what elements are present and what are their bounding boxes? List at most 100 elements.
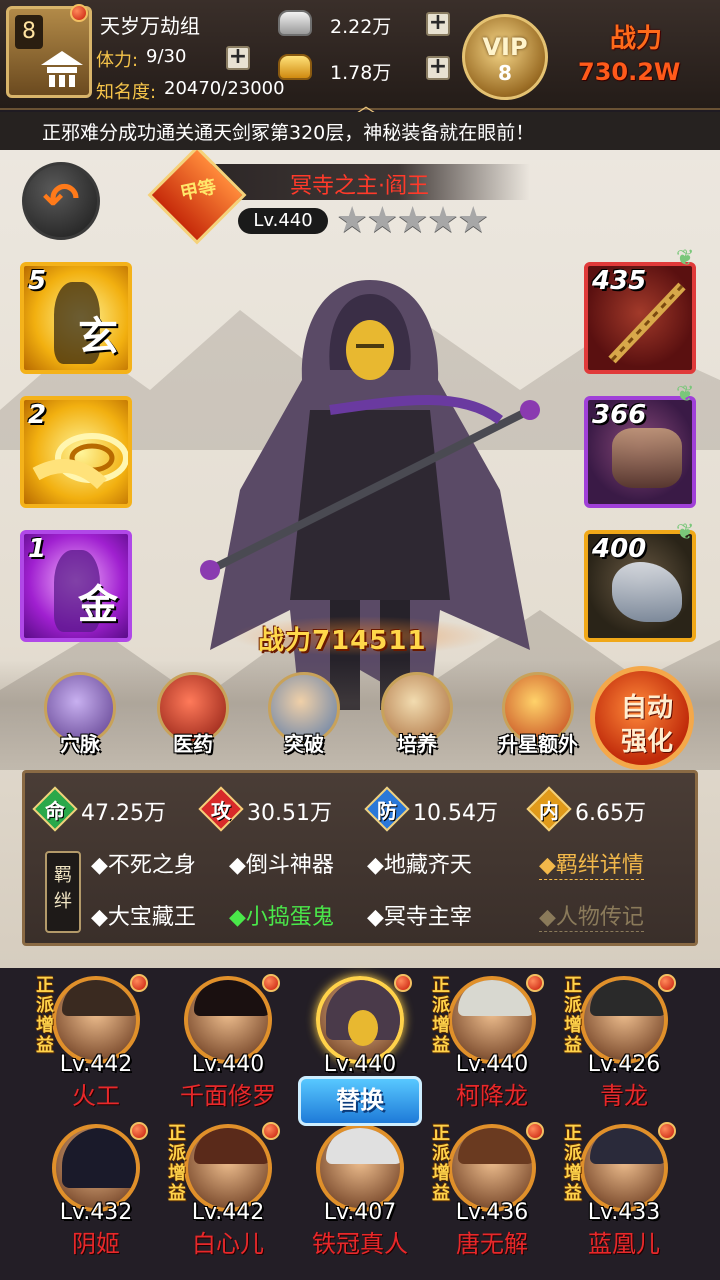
notification-dot [130, 1122, 148, 1140]
member-level: Lv.426 [587, 1052, 661, 1077]
chevron-up-icon[interactable]: ︿ [352, 92, 380, 117]
vip-label: VIP [482, 33, 528, 61]
silver-ingot-icon [278, 10, 312, 36]
action-bar: 穴脉 医药 突破 培养 升星额外 自动 强化 [0, 660, 720, 770]
bond-item-active: ◆小捣蛋鬼 [229, 905, 334, 930]
return-arrow-icon[interactable]: ↶ [22, 162, 100, 240]
member-level: Lv.440 [455, 1052, 529, 1077]
bond-detail-link[interactable]: ◆羁绊详情 [539, 847, 644, 880]
notification-dot [394, 974, 412, 992]
meridian-label: 穴脉 [60, 732, 100, 756]
breakthrough-label: 突破 [284, 732, 324, 756]
attack-value: 30.51万 [247, 801, 332, 826]
team-member[interactable]: Lv.440 千面修罗 [168, 970, 288, 1110]
auto-strengthen-line1: 自动 [620, 693, 673, 723]
team-member[interactable]: 正派增益 Lv.442 火工 [36, 970, 156, 1110]
member-name: 青龙 [600, 1082, 648, 1110]
swap-button[interactable]: 替换 [298, 1076, 422, 1126]
avatar [184, 976, 272, 1064]
gold-ingot-icon [278, 54, 312, 80]
auto-strengthen-button[interactable]: 自动 强化 [590, 666, 694, 770]
righteous-buff-tag: 正派增益 [168, 1123, 186, 1204]
stat-defense: 防 10.54万 [364, 786, 527, 832]
equip-level: 400 [592, 534, 647, 564]
team-member[interactable]: 正派增益 Lv.433 蓝凰儿 [564, 1118, 684, 1258]
member-level: Lv.436 [455, 1200, 529, 1225]
hero-combat-power: 战力714511 [230, 616, 490, 656]
notification-dot [130, 974, 148, 992]
leaf-icon: ❦ [676, 382, 695, 407]
avatar [448, 976, 536, 1064]
skill-level: 5 [28, 266, 47, 296]
hero-title: 冥寺之主·阎王 [290, 174, 429, 199]
bond-item: ◆倒斗神器 [229, 853, 334, 878]
add-stamina-button[interactable]: + [226, 46, 250, 70]
auto-strengthen-line2: 强化 [620, 727, 673, 757]
stamina-label: 体力: [96, 50, 139, 71]
team-member[interactable]: 正派增益 Lv.440 柯降龙 [432, 970, 552, 1110]
notification-dot [526, 1122, 544, 1140]
team-member[interactable]: 正派增益 Lv.436 唐无解 [432, 1118, 552, 1258]
member-level: Lv.407 [323, 1200, 397, 1225]
member-name: 千面修罗 [180, 1082, 276, 1110]
attribute-panel: 命 47.25万 攻 30.51万 防 10.54万 内 6.65万 羁绊 ◆不… [22, 770, 698, 946]
vip-badge[interactable]: VIP 8 [462, 14, 548, 100]
hero-level: Lv.440 [238, 208, 328, 234]
team-roster: 正派增益 Lv.442 火工 Lv.440 千面修罗 Lv.440 正派增益 L… [0, 968, 720, 1280]
team-member[interactable]: Lv.407 铁冠真人 [300, 1118, 420, 1258]
pavilion-icon [41, 51, 83, 87]
avatar [580, 1124, 668, 1212]
bond-item: ◆不死之身 [91, 853, 196, 878]
star-upgrade-button[interactable]: 升星额外 [490, 672, 586, 762]
whirlwind-icon [32, 433, 128, 490]
breakthrough-button[interactable]: 突破 [264, 672, 344, 762]
total-power[interactable]: 战力 730.2W [570, 18, 716, 98]
righteous-buff-tag: 正派增益 [564, 1123, 582, 1204]
biography-link[interactable]: ◆人物传记 [539, 899, 644, 932]
member-level: Lv.440 [323, 1052, 397, 1077]
vip-level: 8 [498, 61, 512, 85]
member-name: 火工 [72, 1082, 120, 1110]
skill-slot-1[interactable]: 5 玄 [20, 262, 132, 374]
equip-slot-armor[interactable]: 366 [584, 396, 696, 508]
notification-dot [658, 974, 676, 992]
member-level: Lv.442 [59, 1052, 133, 1077]
fame-label: 知名度: [96, 82, 157, 103]
guild-name: 天岁万劫组 [100, 14, 200, 38]
team-member[interactable]: 正派增益 Lv.442 白心儿 [168, 1118, 288, 1258]
announcement-marquee: 正邪难分成功通关通天剑冢第320层，神秘装备就在眼前！ [0, 112, 720, 150]
meridian-button[interactable]: 穴脉 [40, 672, 120, 762]
hp-icon: 命 [32, 786, 78, 832]
avatar [316, 976, 404, 1064]
add-silver-button[interactable]: + [426, 12, 450, 36]
stat-hp: 命 47.25万 [32, 786, 195, 832]
hp-value: 47.25万 [81, 801, 166, 826]
team-member[interactable]: 正派增益 Lv.426 青龙 [564, 970, 684, 1110]
gold-value: 1.78万 [330, 62, 392, 84]
skill-slot-2[interactable]: 2 [20, 396, 132, 508]
cultivate-button[interactable]: 培养 [377, 672, 457, 762]
internal-value: 6.65万 [575, 801, 646, 826]
notification-dot [262, 974, 280, 992]
medicine-button[interactable]: 医药 [153, 672, 233, 762]
hero-detail-panel: ↶ 冥寺之主·阎王 甲等 Lv.440 ★★★★★ 5 玄 2 1 金 435 … [0, 150, 720, 968]
member-name: 唐无解 [456, 1230, 528, 1258]
tiger-mount-icon [612, 562, 682, 622]
skill-slot-3[interactable]: 1 金 [20, 530, 132, 642]
member-name: 白心儿 [192, 1230, 264, 1258]
equip-level: 435 [592, 266, 647, 296]
avatar [448, 1124, 536, 1212]
power-value: 730.2W [578, 58, 681, 86]
top-bar: 8 天岁万劫组 体力: 9/30 + 知名度: 20470/23000 2.22… [0, 0, 720, 117]
team-member[interactable]: Lv.432 阴姬 [36, 1118, 156, 1258]
equip-slot-mount[interactable]: 400 [584, 530, 696, 642]
skill-glyph: 金 [78, 582, 118, 628]
equip-slot-weapon[interactable]: 435 [584, 262, 696, 374]
add-gold-button[interactable]: + [426, 56, 450, 80]
member-name: 柯降龙 [456, 1082, 528, 1110]
member-name: 阴姬 [72, 1230, 120, 1258]
righteous-buff-tag: 正派增益 [36, 975, 54, 1056]
righteous-buff-tag: 正派增益 [432, 975, 450, 1056]
defense-value: 10.54万 [413, 801, 498, 826]
member-level: Lv.440 [191, 1052, 265, 1077]
